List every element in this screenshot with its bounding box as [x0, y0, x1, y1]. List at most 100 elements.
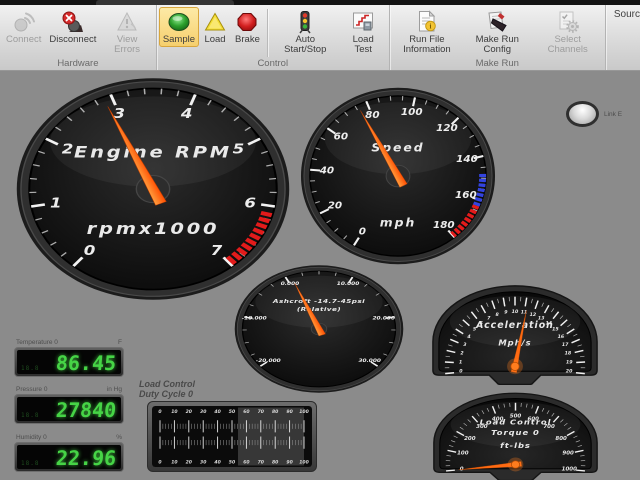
brake-button[interactable]: Brake	[231, 7, 264, 47]
load-test-icon	[351, 9, 375, 35]
pressure-gauge: -20.000-10.0000.00010.00020.00030.000Ash…	[233, 264, 405, 394]
svg-text:70: 70	[258, 409, 265, 415]
svg-text:6: 6	[244, 195, 256, 211]
ghost-segments: 18.8	[21, 460, 39, 467]
svg-text:100: 100	[299, 459, 309, 465]
select-channels-icon	[556, 9, 580, 35]
view-errors-button[interactable]: View Errors	[100, 7, 153, 58]
auto-start-stop-button[interactable]: Auto Start/Stop	[271, 7, 340, 58]
connect-label: Connect	[6, 35, 41, 45]
file-info-icon: i	[415, 9, 439, 35]
svg-text:(Relative): (Relative)	[297, 306, 341, 313]
group-caption-control: Control	[157, 58, 389, 71]
make-run-config-icon	[485, 9, 509, 35]
svg-text:3: 3	[463, 342, 466, 348]
humidity-label: Humidity 0	[16, 434, 47, 441]
temperature-label: Temperature 0	[16, 339, 58, 346]
toolbar-group-hardware: Connect Disconnect	[0, 5, 157, 70]
svg-text:40: 40	[319, 166, 335, 176]
svg-text:16: 16	[558, 334, 565, 340]
load-icon	[203, 9, 227, 35]
svg-text:0: 0	[359, 227, 366, 237]
svg-text:10.000: 10.000	[337, 281, 360, 286]
svg-text:160: 160	[455, 191, 477, 201]
svg-text:900: 900	[562, 451, 574, 457]
svg-text:-20.000: -20.000	[256, 359, 281, 364]
pressure-display: Pressure 0 in Hg 18.8 27840	[14, 386, 124, 424]
auto-start-stop-label: Auto Start/Stop	[275, 35, 336, 56]
svg-text:140: 140	[456, 155, 478, 165]
svg-text:90: 90	[286, 409, 293, 415]
svg-text:i: i	[429, 22, 431, 30]
toolbar-group-control: Sample Load	[157, 5, 390, 70]
brake-icon	[235, 9, 259, 35]
make-run-config-button[interactable]: Make Run Config	[462, 7, 532, 58]
svg-text:60: 60	[243, 459, 250, 465]
connect-button[interactable]: Connect	[2, 7, 45, 47]
svg-text:17: 17	[562, 342, 569, 348]
svg-text:10: 10	[171, 459, 178, 465]
svg-text:80: 80	[272, 409, 279, 415]
connect-icon	[12, 9, 36, 35]
humidity-value: 22.96	[55, 446, 117, 469]
svg-text:20: 20	[328, 201, 343, 211]
toolbar-right-area: Sourc	[606, 5, 640, 70]
group-caption-make-run: Make Run	[390, 58, 605, 71]
disconnect-label: Disconnect	[49, 35, 96, 45]
link-indicator-label: Link E	[604, 111, 622, 118]
duty-cycle-label: Load Control Duty Cycle 0	[139, 379, 195, 400]
svg-text:0: 0	[84, 242, 96, 258]
svg-text:Engine RPM: Engine RPM	[74, 144, 232, 162]
svg-text:60: 60	[334, 132, 349, 142]
svg-text:50: 50	[229, 459, 236, 465]
svg-text:10: 10	[171, 409, 178, 415]
sample-label: Sample	[163, 35, 195, 45]
svg-text:30: 30	[200, 409, 207, 415]
ghost-segments: 18.8	[21, 412, 39, 419]
load-test-button[interactable]: Load Test	[340, 7, 387, 58]
sample-button[interactable]: Sample	[159, 7, 199, 47]
speed-gauge: 020406080100120140160180Speedmph	[299, 86, 497, 266]
traffic-light-icon	[293, 9, 317, 35]
svg-text:120: 120	[436, 124, 458, 134]
dyno-dashboard-window: Connect Disconnect	[0, 0, 640, 480]
select-channels-label: Select Channels	[536, 35, 598, 56]
svg-text:180: 180	[433, 220, 455, 230]
load-button[interactable]: Load	[199, 7, 231, 47]
svg-text:12: 12	[530, 312, 537, 318]
svg-text:30.000: 30.000	[358, 359, 381, 364]
ribbon-toolbar: Connect Disconnect	[0, 5, 640, 71]
svg-text:11: 11	[521, 310, 528, 316]
svg-text:90: 90	[286, 459, 293, 465]
svg-text:200: 200	[464, 436, 476, 442]
svg-text:-10.000: -10.000	[242, 316, 267, 321]
source-label: Sourc	[606, 5, 640, 70]
svg-text:19: 19	[566, 359, 573, 365]
svg-text:4: 4	[467, 334, 470, 340]
duty-cycle-slider[interactable]: 0010102020303040405050606070708080909010…	[147, 401, 317, 472]
svg-text:100: 100	[401, 107, 423, 117]
run-file-information-label: Run File Information	[396, 35, 458, 56]
svg-text:mph: mph	[380, 216, 416, 229]
temperature-display: Temperature 0 F 18.8 86.45	[14, 339, 124, 377]
svg-text:Ashcroft -14.7-45psi: Ashcroft -14.7-45psi	[272, 298, 366, 305]
svg-text:100: 100	[457, 451, 469, 457]
select-channels-button[interactable]: Select Channels	[532, 7, 602, 58]
group-caption-hardware: Hardware	[0, 58, 156, 71]
svg-text:7: 7	[211, 242, 223, 258]
svg-text:50: 50	[229, 409, 236, 415]
svg-text:Load Control: Load Control	[480, 418, 552, 426]
load-test-label: Load Test	[344, 35, 383, 56]
svg-text:80: 80	[365, 110, 380, 120]
svg-text:20.000: 20.000	[373, 316, 396, 321]
svg-text:Acceleration: Acceleration	[475, 320, 554, 331]
view-errors-icon	[115, 9, 139, 35]
svg-text:1000: 1000	[562, 467, 578, 473]
svg-text:Torque 0: Torque 0	[491, 428, 540, 436]
svg-text:rpmx1000: rpmx1000	[87, 221, 220, 239]
temperature-value: 86.45	[55, 351, 117, 374]
run-file-information-button[interactable]: i Run File Information	[392, 7, 462, 58]
brake-label: Brake	[235, 35, 260, 45]
disconnect-button[interactable]: Disconnect	[45, 7, 100, 47]
toolbar-group-make-run: i Run File Information Make Run Config	[390, 5, 606, 70]
